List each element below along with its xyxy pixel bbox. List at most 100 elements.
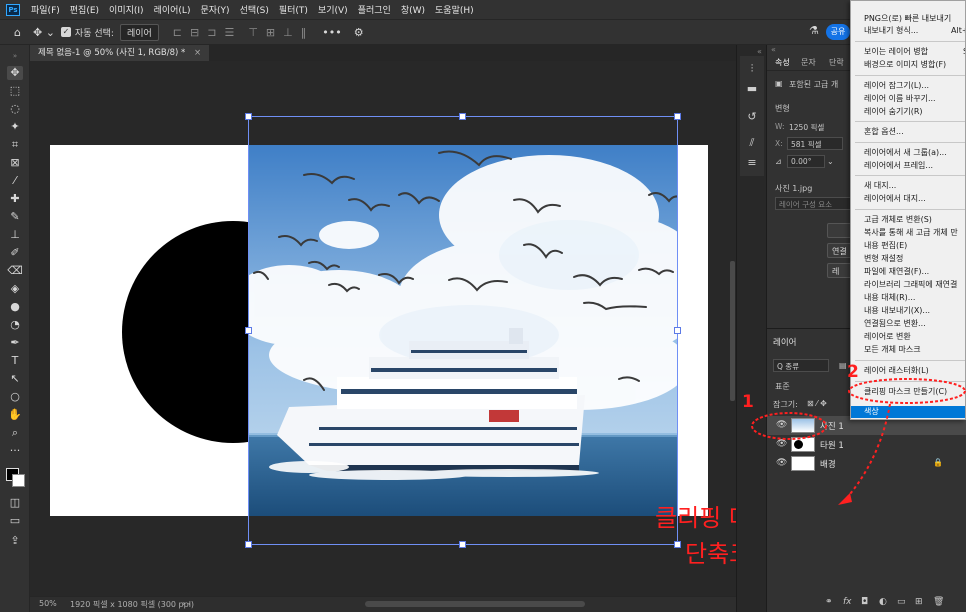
canvas-area[interactable] bbox=[30, 61, 736, 596]
close-tab-icon[interactable]: × bbox=[194, 48, 201, 58]
menu-item-new-artboard[interactable]: 새 대지... bbox=[864, 181, 896, 191]
tab-properties[interactable]: 속성 bbox=[775, 57, 790, 68]
menu-item-relink-library[interactable]: 라이브러리 그래픽에 재연결 bbox=[864, 280, 957, 290]
menu-view[interactable]: 보기(V) bbox=[313, 3, 353, 16]
more-options-icon[interactable]: ••• bbox=[322, 26, 341, 39]
tab-character[interactable]: 문자 bbox=[801, 57, 816, 68]
zoom-tool-icon[interactable]: ⌕ bbox=[7, 426, 23, 440]
distribute-vertical-icon[interactable]: ‖ bbox=[301, 26, 307, 39]
home-icon[interactable]: ⌂ bbox=[14, 26, 21, 39]
menu-edit[interactable]: 편집(E) bbox=[65, 3, 104, 16]
blur-tool-icon[interactable]: ● bbox=[7, 300, 23, 314]
menu-filter[interactable]: 필터(T) bbox=[274, 3, 313, 16]
menu-image[interactable]: 이미지(I) bbox=[104, 3, 149, 16]
menu-item-hide-layer[interactable]: 레이어 숨기기(R) bbox=[864, 107, 923, 117]
align-bottom-icon[interactable]: ⊥ bbox=[283, 26, 293, 39]
w-value[interactable]: 1250 픽셀 bbox=[789, 122, 824, 133]
more-tools-icon[interactable]: ··· bbox=[7, 444, 23, 458]
paint-bucket-icon[interactable]: ◈ bbox=[7, 282, 23, 296]
menu-item-convert-smart-object[interactable]: 고급 개체로 변환(S) bbox=[864, 215, 932, 225]
new-layer-icon[interactable]: ⊞ bbox=[915, 597, 923, 607]
transform-handle-bottom[interactable] bbox=[459, 541, 466, 548]
menu-item-mask-all-objects[interactable]: 모든 개체 마스크 bbox=[864, 345, 921, 355]
stamp-tool-icon[interactable]: ⊥ bbox=[7, 228, 23, 242]
link-layers-icon[interactable]: ⚭ bbox=[825, 597, 833, 607]
brush-settings-icon[interactable]: ⫽ bbox=[744, 136, 760, 150]
auto-select-checkbox[interactable]: ✓ bbox=[60, 27, 71, 37]
fx-icon[interactable]: fx bbox=[843, 597, 852, 607]
lock-icon[interactable]: 🔒 bbox=[933, 458, 943, 467]
share-button[interactable]: 공유 bbox=[826, 24, 850, 40]
move-tool-icon[interactable]: ✥ bbox=[7, 66, 23, 80]
eyedropper-icon[interactable]: ⁄ bbox=[7, 174, 23, 188]
filter-image-icon[interactable]: ▤ bbox=[839, 361, 847, 370]
menu-item-new-smart-object-via-copy[interactable]: 복사를 통해 새 고급 개체 만 bbox=[864, 228, 958, 238]
history-brush-icon[interactable]: ✐ bbox=[7, 246, 23, 260]
transform-handle-top[interactable] bbox=[459, 113, 466, 120]
transform-handle-top-left[interactable] bbox=[245, 113, 252, 120]
zoom-level[interactable]: 50% bbox=[39, 599, 57, 608]
menu-item-edit-contents[interactable]: 내용 편집(E) bbox=[864, 241, 907, 251]
chevron-down-icon[interactable]: ⌄ bbox=[827, 157, 834, 166]
menu-item-flatten[interactable]: 배경으로 이미지 병합(F) bbox=[864, 60, 946, 70]
quick-mask-icon[interactable]: ◫ bbox=[7, 496, 23, 510]
align-left-icon[interactable]: ⊏ bbox=[173, 26, 182, 39]
collapse-icon[interactable]: » bbox=[7, 49, 23, 63]
gear-icon[interactable]: ⚙ bbox=[354, 26, 364, 39]
brush-tool-icon[interactable]: ✎ bbox=[7, 210, 23, 224]
menu-item-lock-layers[interactable]: 레이어 잠그기(L)... bbox=[864, 81, 929, 91]
transform-handle-right[interactable] bbox=[674, 327, 681, 334]
layer-name-photo[interactable]: 사진 1 bbox=[820, 420, 844, 432]
menu-item-rasterize-layer[interactable]: 레이어 래스터화(L) bbox=[864, 366, 929, 376]
ellipse-tool-icon[interactable]: ○ bbox=[7, 390, 23, 404]
layers-title[interactable]: 레이어 bbox=[773, 336, 796, 348]
canvas-scrollbar[interactable] bbox=[730, 261, 735, 401]
transform-bounding-box[interactable] bbox=[248, 116, 678, 545]
menu-item-group-from-layers[interactable]: 레이어에서 새 그룹(a)... bbox=[864, 148, 947, 158]
hand-tool-icon[interactable]: ✋ bbox=[7, 408, 23, 422]
eraser-icon[interactable]: ⌫ bbox=[7, 264, 23, 278]
layer-filter-kind[interactable]: Q 종류 bbox=[773, 359, 829, 372]
align-right-icon[interactable]: ⊐ bbox=[207, 26, 216, 39]
menu-window[interactable]: 창(W) bbox=[396, 3, 430, 16]
menu-item-convert-to-layers[interactable]: 레이어로 변환 bbox=[864, 332, 911, 342]
healing-brush-icon[interactable]: ✚ bbox=[7, 192, 23, 206]
auto-select-dropdown[interactable]: 레이어 bbox=[119, 23, 159, 41]
eye-icon[interactable]: 👁 bbox=[776, 420, 787, 430]
screen-mode-icon[interactable]: ▭ bbox=[7, 514, 23, 528]
layer-comp-select[interactable]: 레이어 구성 요소 bbox=[775, 197, 855, 210]
pen-tool-icon[interactable]: ✒ bbox=[7, 336, 23, 350]
eye-icon[interactable]: 👁 bbox=[776, 458, 787, 468]
collapse-icon[interactable]: « bbox=[771, 45, 776, 54]
tab-paragraph[interactable]: 단락 bbox=[829, 57, 844, 68]
add-mask-icon[interactable]: ◘ bbox=[861, 597, 868, 607]
menu-help[interactable]: 도움말(H) bbox=[430, 3, 479, 16]
new-group-icon[interactable]: ▭ bbox=[897, 597, 906, 607]
background-color-swatch[interactable] bbox=[12, 474, 25, 487]
menu-item-rename-layer[interactable]: 레이어 이름 바꾸기... bbox=[864, 94, 936, 104]
menu-item-color[interactable]: 색상 bbox=[864, 407, 879, 417]
adjustments-icon[interactable]: ≡ bbox=[744, 156, 760, 170]
frame-tool-icon[interactable]: ⊠ bbox=[7, 156, 23, 170]
distribute-icon[interactable]: ☰ bbox=[224, 26, 234, 39]
menu-item-export-contents[interactable]: 내용 내보내기(X)... bbox=[864, 306, 930, 316]
trash-icon[interactable]: 🗑 bbox=[933, 597, 944, 607]
flask-icon[interactable]: ⚗ bbox=[809, 24, 819, 37]
layer-row-ellipse[interactable]: 👁 타원 1 bbox=[767, 435, 966, 454]
adjustment-layer-icon[interactable]: ◐ bbox=[879, 597, 887, 607]
align-top-icon[interactable]: ⊤ bbox=[248, 26, 258, 39]
menu-type[interactable]: 문자(Y) bbox=[195, 3, 234, 16]
document-info[interactable]: 1920 픽셀 x 1080 픽셀 (300 ppi) bbox=[70, 599, 194, 610]
transform-handle-left[interactable] bbox=[245, 327, 252, 334]
align-middle-icon[interactable]: ⊞ bbox=[266, 26, 275, 39]
x-field[interactable]: 581 픽셀 bbox=[787, 137, 843, 150]
menu-item-create-clipping-mask[interactable]: 클리핑 마스크 만들기(C) bbox=[864, 387, 947, 397]
menu-item-blending-options[interactable]: 혼합 옵션... bbox=[864, 127, 904, 137]
layer-name-ellipse[interactable]: 타원 1 bbox=[820, 439, 844, 451]
menu-item-quick-export[interactable]: PNG으(로) 빠른 내보내기 bbox=[864, 14, 951, 24]
menu-item-reset-transform[interactable]: 변형 재설정 bbox=[864, 254, 903, 264]
horizontal-scrollbar[interactable] bbox=[365, 601, 585, 607]
status-arrow-icon[interactable]: › ‹ bbox=[182, 599, 191, 608]
crop-tool-icon[interactable]: ⌗ bbox=[7, 138, 23, 152]
menu-item-relink-file[interactable]: 파일에 재연결(F)... bbox=[864, 267, 929, 277]
